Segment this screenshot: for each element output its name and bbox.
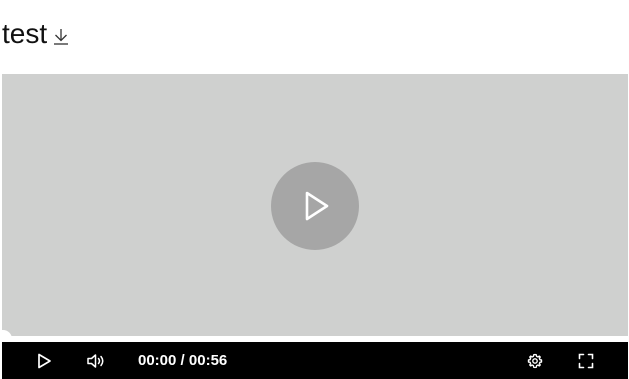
gear-icon [527,353,543,368]
video-player[interactable]: 00:00 / 00:56 [2,74,628,379]
play-button[interactable] [30,342,58,379]
time-separator: / [176,352,189,369]
play-icon [38,353,51,368]
page: test 00:00 / 00:56 [0,0,629,379]
duration: 00:56 [188,352,228,369]
volume-button[interactable] [82,342,110,379]
title-row: test [2,16,71,52]
time-display: 00:00 / 00:56 [138,342,227,379]
settings-button[interactable] [522,342,548,379]
fullscreen-button[interactable] [573,342,599,379]
page-title: test [2,18,48,49]
download-icon[interactable] [51,26,71,46]
control-bar: 00:00 / 00:56 [2,342,628,379]
big-play-button[interactable] [271,162,359,250]
fullscreen-icon [578,353,594,368]
volume-icon [87,353,104,368]
current-time: 00:00 [138,352,177,369]
play-icon [305,191,329,221]
